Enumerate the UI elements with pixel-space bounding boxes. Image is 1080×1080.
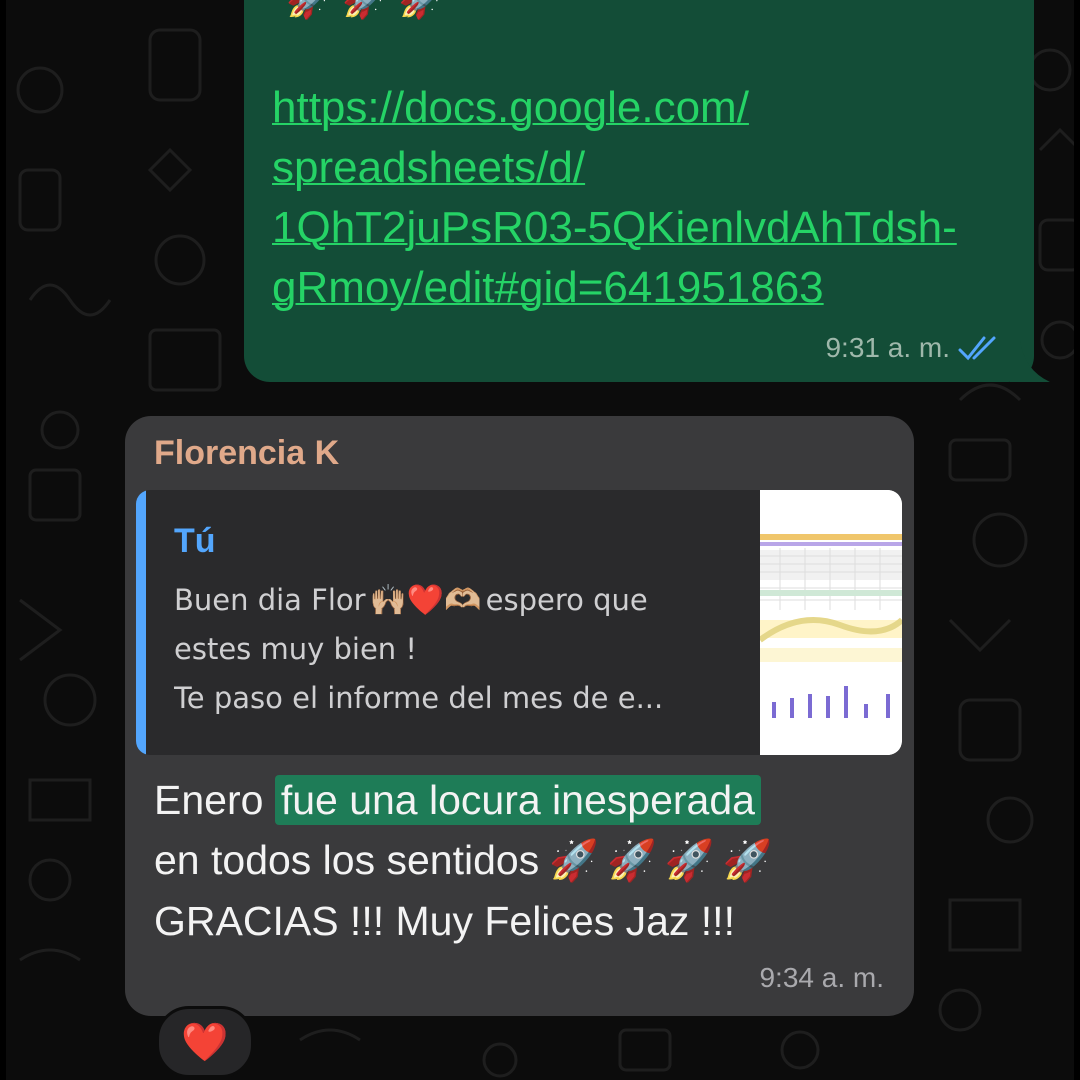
link-line-2[interactable]: spreadsheets/d/ [272, 138, 1002, 198]
spreadsheet-link[interactable]: https://docs.google.com/ spreadsheets/d/… [272, 78, 1002, 318]
message-line-2-text: en todos los sentidos [154, 837, 540, 883]
screen-edge-left [0, 0, 6, 1080]
outgoing-bubble-tail [1010, 340, 1050, 382]
highlighted-text[interactable]: fue una locura inesperada [274, 775, 761, 825]
spreadsheet-thumbnail[interactable] [760, 490, 902, 755]
incoming-message-text[interactable]: Enero fue una locura inesperada en todos… [154, 770, 894, 951]
quoted-reply[interactable]: Tú Buen dia Flor 🙌🏼❤️🫶🏼 espero que estes m… [136, 490, 902, 755]
link-line-4[interactable]: gRmoy/edit#gid=641951863 [272, 258, 1002, 318]
quote-accent-bar [136, 490, 146, 755]
quote-line-1: Buen dia Flor 🙌🏼❤️🫶🏼 espero que [174, 576, 764, 625]
rocket-emojis: 🚀 🚀 🚀 [286, 0, 444, 21]
incoming-timestamp: 9:34 a. m. [759, 962, 884, 993]
quote-author: Tú [174, 522, 216, 560]
heart-reaction[interactable]: ❤️ [156, 1006, 254, 1078]
spreadsheet-thumbnail-image [760, 490, 902, 755]
message-line-3: GRACIAS !!! Muy Felices Jaz !!! [154, 898, 735, 944]
quote-text: Buen dia Flor 🙌🏼❤️🫶🏼 espero que estes muy … [174, 576, 764, 723]
outgoing-timestamp: 9:31 a. m. [825, 332, 950, 363]
screen-edge-right [1074, 0, 1080, 1080]
sender-name[interactable]: Florencia K [154, 434, 339, 473]
quote-emojis: 🙌🏼❤️🫶🏼 [369, 583, 482, 618]
message-line-1-plain: Enero [154, 777, 275, 823]
link-line-1[interactable]: https://docs.google.com/ [272, 78, 1002, 138]
message-line-1: Enero fue una locura inesperada [154, 770, 894, 830]
outgoing-meta: 9:31 a. m. [825, 328, 1002, 368]
outgoing-top-text: 🚀 🚀 🚀 [272, 0, 443, 22]
quote-line-1-end: espero que [485, 583, 648, 617]
quote-line-2: estes muy bien ! [174, 632, 418, 666]
rocket-emojis: 🚀🚀🚀🚀 [549, 839, 781, 883]
message-line-2: en todos los sentidos 🚀🚀🚀🚀 [154, 830, 894, 891]
double-check-read-icon [958, 336, 996, 361]
quote-line-1-start: Buen dia Flor [174, 583, 366, 617]
heart-icon: ❤️ [181, 1019, 229, 1064]
link-line-3[interactable]: 1QhT2juPsR03-5QKienlvdAhTdsh- [272, 198, 1002, 258]
quote-line-3: Te paso el informe del mes de e... [174, 681, 664, 715]
